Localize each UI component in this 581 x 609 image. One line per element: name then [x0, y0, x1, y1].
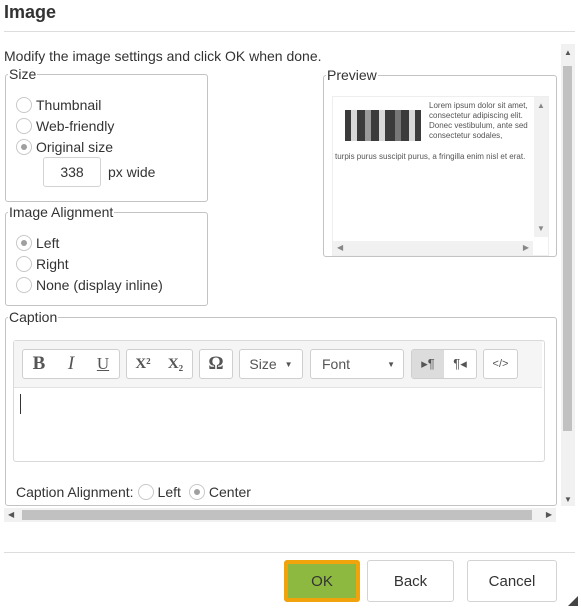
scroll-right-icon[interactable]: ▶ — [546, 510, 552, 519]
caption-legend: Caption — [9, 309, 58, 325]
size-option-thumbnail[interactable]: Thumbnail — [16, 95, 101, 115]
preview-scroll-right-icon[interactable]: ▶ — [523, 243, 529, 252]
horizontal-scroll-thumb[interactable] — [22, 510, 532, 520]
underline-button[interactable]: U — [87, 350, 119, 378]
dialog-title: Image — [4, 2, 57, 22]
rtl-button[interactable]: ¶◂ — [444, 350, 476, 378]
align-left-label: Left — [36, 235, 60, 251]
caption-alignment-label: Caption Alignment: — [16, 484, 134, 500]
title-divider — [4, 31, 575, 32]
original-size-label: Original size — [36, 139, 114, 155]
preview-scroll-up-icon[interactable]: ▲ — [537, 101, 545, 110]
preview-frame: Lorem ipsum dolor sit amet, consectetur … — [332, 96, 549, 256]
alignment-option-none[interactable]: None (display inline) — [16, 275, 163, 295]
caption-text-area[interactable] — [14, 388, 542, 459]
preview-vertical-scrollbar[interactable]: ▲ ▼ — [534, 97, 548, 237]
preview-scroll-down-icon[interactable]: ▼ — [537, 224, 545, 233]
align-right-label: Right — [36, 256, 69, 272]
caption-align-center-label[interactable]: Center — [209, 484, 251, 500]
chevron-down-icon: ▼ — [387, 359, 395, 369]
resize-grip-icon[interactable] — [568, 596, 578, 606]
subscript-button[interactable]: X₂ — [159, 350, 192, 378]
font-dropdown[interactable]: Font ▼ — [310, 349, 404, 379]
size-option-web-friendly[interactable]: Web-friendly — [16, 116, 114, 136]
alignment-legend: Image Alignment — [9, 204, 114, 220]
preview-text-below: turpis purus suscipit purus, a fringilla… — [335, 152, 526, 161]
size-dropdown-label: Size — [249, 356, 277, 372]
caption-align-center-radio[interactable] — [188, 484, 205, 500]
ok-button[interactable]: OK — [284, 560, 360, 602]
alignment-option-right[interactable]: Right — [16, 254, 69, 274]
preview-fieldset: Preview Lorem ipsum dolor sit amet, cons… — [323, 68, 557, 257]
caption-alignment-row: Caption Alignment: Left Center — [16, 482, 251, 502]
align-none-label: None (display inline) — [36, 277, 163, 293]
caption-align-left-radio[interactable] — [137, 484, 154, 500]
align-right-radio[interactable] — [16, 256, 32, 272]
back-button[interactable]: Back — [367, 560, 454, 602]
font-dropdown-label: Font — [322, 356, 351, 372]
thumbnail-radio[interactable] — [16, 97, 32, 113]
preview-scroll-left-icon[interactable]: ◀ — [337, 243, 343, 252]
intro-text: Modify the image settings and click OK w… — [4, 48, 322, 64]
vertical-scroll-thumb[interactable] — [563, 66, 572, 431]
vertical-scrollbar[interactable]: ▲ ▼ — [561, 44, 575, 506]
scroll-left-icon[interactable]: ◀ — [8, 510, 14, 519]
superscript-button[interactable]: X² — [127, 350, 159, 378]
caption-editor: B I U X² X₂ Ω Size ▼ Font ▼ ▸¶ ¶◂ </> — [13, 340, 545, 462]
horizontal-scrollbar[interactable]: ◀ ▶ — [4, 508, 556, 522]
preview-text-beside: Lorem ipsum dolor sit amet, consectetur … — [429, 101, 528, 140]
cancel-button[interactable]: Cancel — [467, 560, 557, 602]
caption-align-left-label[interactable]: Left — [158, 484, 181, 500]
chevron-down-icon: ▼ — [284, 359, 293, 369]
script-button-group: X² X₂ — [126, 349, 193, 379]
alignment-option-left[interactable]: Left — [16, 233, 59, 253]
bold-button[interactable]: B — [23, 350, 55, 378]
align-left-radio[interactable] — [16, 235, 32, 251]
web-friendly-radio[interactable] — [16, 118, 32, 134]
special-character-button[interactable]: Ω — [199, 349, 233, 379]
caption-toolbar: B I U X² X₂ Ω Size ▼ Font ▼ ▸¶ ¶◂ </> — [14, 341, 542, 388]
italic-button[interactable]: I — [55, 350, 87, 378]
preview-legend: Preview — [327, 67, 377, 83]
caption-fieldset: Caption B I U X² X₂ Ω Size ▼ Font ▼ ▸¶ ¶… — [5, 310, 557, 506]
scroll-down-icon[interactable]: ▼ — [564, 495, 572, 504]
dialog-content: Modify the image settings and click OK w… — [0, 44, 560, 507]
footer-divider — [4, 552, 575, 553]
web-friendly-label: Web-friendly — [36, 118, 115, 134]
size-option-original[interactable]: Original size — [16, 137, 113, 157]
image-alignment-fieldset: Image Alignment Left Right None (display… — [5, 205, 208, 306]
scroll-up-icon[interactable]: ▲ — [564, 48, 572, 57]
size-fieldset: Size Thumbnail Web-friendly Original siz… — [5, 67, 208, 202]
width-unit-label: px wide — [108, 164, 156, 180]
thumbnail-label: Thumbnail — [36, 97, 102, 113]
format-button-group: B I U — [22, 349, 120, 379]
original-size-radio[interactable] — [16, 139, 32, 155]
ltr-button[interactable]: ▸¶ — [412, 350, 444, 378]
direction-button-group: ▸¶ ¶◂ — [411, 349, 477, 379]
size-dropdown[interactable]: Size ▼ — [239, 349, 303, 379]
source-code-button[interactable]: </> — [483, 349, 518, 379]
text-cursor — [20, 394, 21, 414]
width-input[interactable] — [43, 157, 101, 187]
preview-image — [345, 110, 421, 141]
preview-horizontal-scrollbar[interactable]: ◀ ▶ — [333, 241, 533, 255]
size-legend: Size — [9, 66, 37, 82]
align-none-radio[interactable] — [16, 277, 32, 293]
